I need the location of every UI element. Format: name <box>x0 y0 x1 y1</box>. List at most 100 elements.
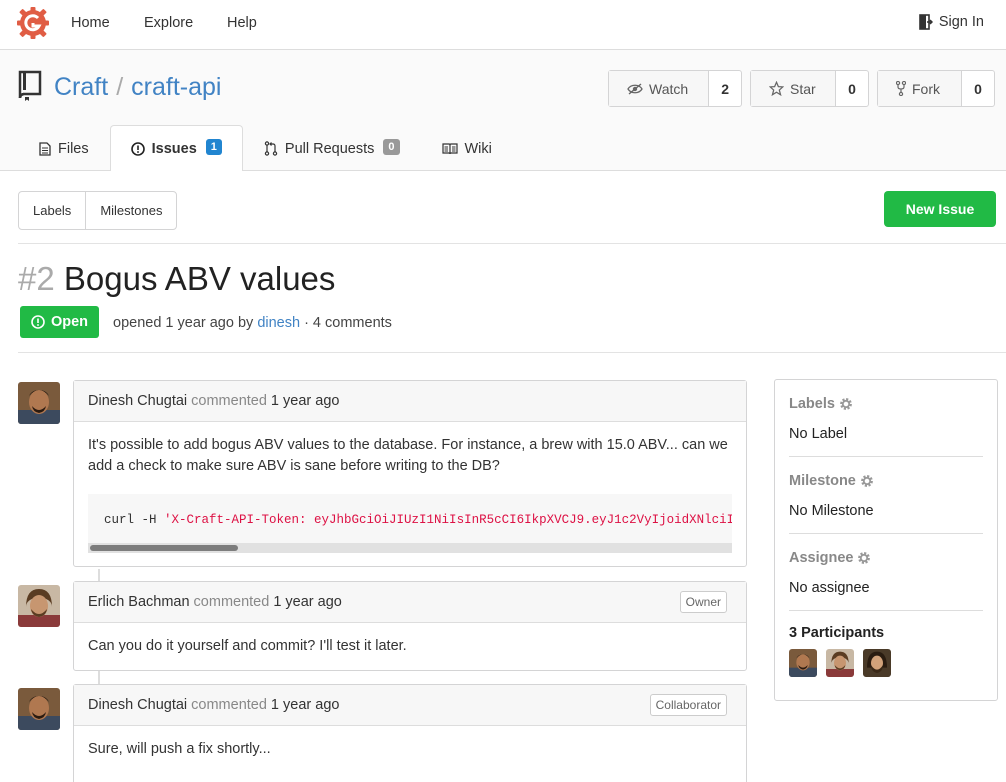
comment-body: Can you do it yourself and commit? I'll … <box>74 623 746 670</box>
collaborator-badge: Collaborator <box>649 694 727 716</box>
labels-value: No Label <box>789 426 848 442</box>
gear-icon[interactable] <box>860 474 874 488</box>
issue-opened-icon <box>130 141 145 156</box>
issue-comment-count: · 4 comments <box>304 315 392 331</box>
participants-title: 3 Participants <box>789 625 885 641</box>
tab-wiki[interactable]: Wiki <box>421 125 513 171</box>
star-icon <box>769 81 784 96</box>
fork-button-group: Fork 0 <box>877 70 995 107</box>
fork-button[interactable]: Fork <box>878 71 962 106</box>
comment-text: It's possible to add bogus ABV values to… <box>88 437 728 474</box>
comment-time: 1 year ago <box>270 697 340 713</box>
issue-title: #2 Bogus ABV values <box>18 260 335 298</box>
comment-time: 1 year ago <box>273 594 342 610</box>
timeline-line <box>98 671 100 685</box>
gogs-logo-icon[interactable] <box>16 6 50 40</box>
code-string: 'X-Craft-API-Token: eyJhbGciOiJIUzI1NiIs… <box>164 513 732 527</box>
assignee-title[interactable]: Assignee <box>789 550 983 566</box>
milestone-section: Milestone No Milestone <box>789 457 983 534</box>
issue-number: #2 <box>18 260 55 297</box>
scrollbar-thumb[interactable] <box>90 545 238 551</box>
tab-pull-requests-label: Pull Requests <box>284 140 375 157</box>
pull-requests-count-badge: 0 <box>383 138 400 155</box>
comment-body: It's possible to add bogus ABV values to… <box>74 422 746 566</box>
milestone-value: No Milestone <box>789 503 874 519</box>
comment-author-link[interactable]: Dinesh Chugtai <box>88 393 187 409</box>
comment-header: Erlich Bachman commented 1 year ago Owne… <box>74 582 746 623</box>
eye-slash-icon <box>627 82 643 95</box>
repo-owner-link[interactable]: Craft <box>54 73 108 101</box>
code-command: curl -H <box>104 513 165 527</box>
comment-verb: commented <box>193 594 270 610</box>
issue-author-link[interactable]: dinesh <box>257 315 300 331</box>
watch-label: Watch <box>649 80 689 97</box>
issues-subnav: Labels Milestones <box>18 191 178 230</box>
labels-title[interactable]: Labels <box>789 396 983 412</box>
comment: Dinesh Chugtai commented 1 year ago It's… <box>73 380 747 567</box>
comment-author-link[interactable]: Erlich Bachman <box>88 594 190 610</box>
repo-tabs: Files Issues 1 Pull Requests 0 Wiki <box>18 125 513 171</box>
issue-sidebar: Labels No Label Milestone No Milestone A… <box>774 379 998 701</box>
star-count[interactable]: 0 <box>836 71 868 106</box>
new-issue-button[interactable]: New Issue <box>884 191 996 227</box>
file-icon <box>39 141 51 156</box>
issues-count-badge: 1 <box>205 138 222 155</box>
repo-separator: / <box>116 73 124 101</box>
tab-issues-label: Issues <box>151 140 197 157</box>
tab-issues[interactable]: Issues 1 <box>109 125 243 171</box>
nav-help[interactable]: Help <box>227 15 257 31</box>
participant-avatar[interactable] <box>863 649 891 677</box>
star-button[interactable]: Star <box>751 71 836 106</box>
participant-avatar[interactable] <box>826 649 854 677</box>
labels-link[interactable]: Labels <box>19 192 85 229</box>
sign-in-link[interactable]: Sign In <box>919 14 984 30</box>
star-button-group: Star 0 <box>750 70 869 107</box>
issue-meta: opened 1 year ago by dinesh · 4 comments <box>113 315 392 331</box>
comment: Dinesh Chugtai commented 1 year ago Coll… <box>73 684 747 782</box>
tab-files-label: Files <box>58 140 89 157</box>
comment-text: Sure, will push a fix shortly... <box>88 741 271 757</box>
assignee-section: Assignee No assignee <box>789 534 983 611</box>
avatar[interactable] <box>18 585 60 627</box>
comment-header: Dinesh Chugtai commented 1 year ago <box>74 381 746 422</box>
milestone-title-text: Milestone <box>789 473 856 489</box>
tab-files[interactable]: Files <box>18 125 110 171</box>
avatar[interactable] <box>18 382 60 424</box>
repo-header: Craft / craft-api Watch 2 Star 0 Fork 0 … <box>0 50 1006 171</box>
book-icon <box>441 142 458 154</box>
milestone-title[interactable]: Milestone <box>789 473 983 489</box>
assignee-title-text: Assignee <box>789 550 854 566</box>
watch-button[interactable]: Watch <box>609 71 710 106</box>
comment-author-link[interactable]: Dinesh Chugtai <box>88 697 187 713</box>
issue-status-label: Open <box>50 314 89 330</box>
labels-title-text: Labels <box>789 396 835 412</box>
git-pull-request-icon <box>264 141 278 156</box>
milestones-link[interactable]: Milestones <box>85 192 176 229</box>
gear-icon[interactable] <box>857 551 871 565</box>
tab-pull-requests[interactable]: Pull Requests 0 <box>243 125 421 171</box>
tab-wiki-label: Wiki <box>464 140 492 157</box>
avatar[interactable] <box>18 688 60 730</box>
issue-opened-icon <box>31 315 45 329</box>
owner-badge: Owner <box>679 591 727 613</box>
fork-label: Fork <box>912 80 940 97</box>
divider <box>18 352 1006 353</box>
repo-name-link[interactable]: craft-api <box>131 73 221 101</box>
repo-icon <box>18 70 42 101</box>
issue-status-badge: Open <box>20 306 99 338</box>
sign-in-label: Sign In <box>938 14 984 30</box>
nav-home[interactable]: Home <box>71 15 110 31</box>
top-navbar: Home Explore Help Sign In <box>0 0 1006 50</box>
labels-section: Labels No Label <box>789 380 983 457</box>
comment-time: 1 year ago <box>270 393 340 409</box>
gear-icon[interactable] <box>839 397 853 411</box>
sign-in-icon <box>919 14 933 30</box>
participant-avatar[interactable] <box>789 649 817 677</box>
watch-count[interactable]: 2 <box>709 71 741 106</box>
nav-explore[interactable]: Explore <box>144 15 193 31</box>
horizontal-scrollbar[interactable] <box>88 543 732 553</box>
fork-icon <box>896 81 906 96</box>
fork-count[interactable]: 0 <box>962 71 994 106</box>
code-line: curl -H 'X-Craft-API-Token: eyJhbGciOiJI… <box>104 510 732 531</box>
watch-button-group: Watch 2 <box>608 70 742 107</box>
